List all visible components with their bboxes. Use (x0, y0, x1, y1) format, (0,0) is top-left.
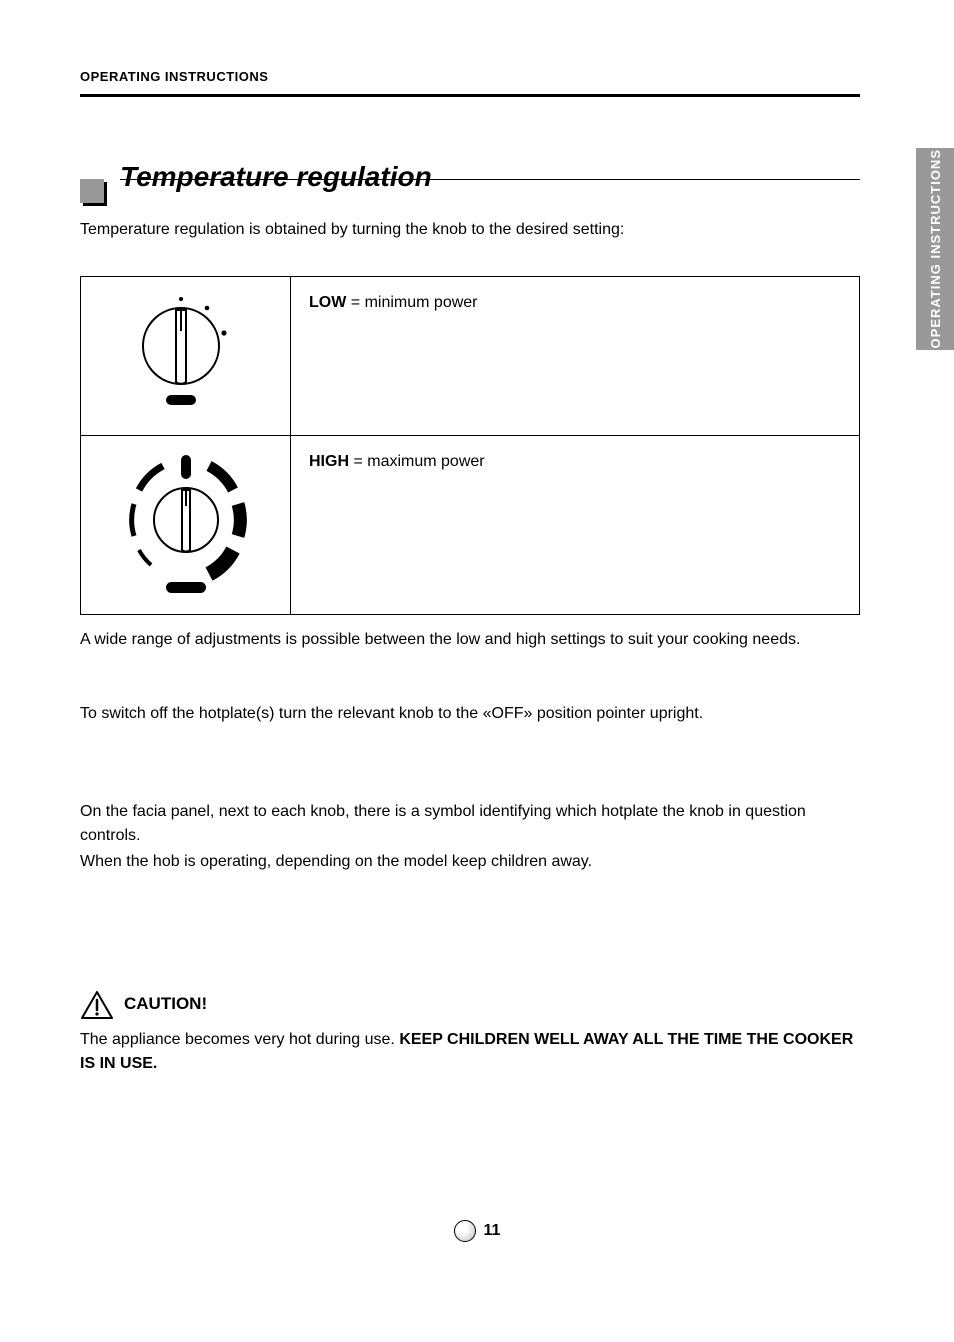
para-symbols-text: On the facia panel, next to each knob, t… (80, 803, 806, 844)
knob-high-label: HIGH (309, 453, 349, 470)
knob-low-desc: = (351, 294, 365, 311)
intro-prefix: Temperature regulation is obtained by tu… (80, 221, 624, 238)
section-title: Temperature regulation (120, 161, 432, 193)
para-switchoff: To switch off the hotplate(s) turn the r… (80, 702, 860, 726)
header-rule (80, 94, 860, 97)
knob-high-illustration (81, 436, 291, 614)
knob-high-desc: = (353, 453, 367, 470)
page-number-bullet-icon (454, 1220, 476, 1242)
section-bullet (80, 179, 104, 203)
knob-icon (111, 450, 261, 600)
warning-icon (80, 990, 114, 1020)
caution-head: CAUTION! (80, 990, 860, 1020)
side-tab: OPERATING INSTRUCTIONS (916, 148, 954, 350)
para-symbols: On the facia panel, next to each knob, t… (80, 800, 860, 848)
knob-low-label: LOW (309, 294, 346, 311)
caution-title: CAUTION! (124, 994, 207, 1014)
page-number: 11 (484, 1222, 501, 1240)
page-number-wrap: 11 (0, 1220, 954, 1242)
header-text: OPERATING INSTRUCTIONS (80, 69, 268, 84)
knob-low-desc-val: minimum power (365, 294, 478, 311)
knob-high-desc-val: maximum power (367, 453, 484, 470)
caution-body: The appliance becomes very hot during us… (80, 1028, 860, 1076)
caution-block: CAUTION! The appliance becomes very hot … (80, 990, 860, 1076)
caution-body-prefix: The appliance becomes very hot during us… (80, 1031, 395, 1048)
table-row: LOW = minimum power (81, 277, 859, 435)
para-children: When the hob is operating, depending on … (80, 850, 860, 874)
settings-table: LOW = minimum power (80, 276, 860, 615)
table-row: HIGH = maximum power (81, 435, 859, 614)
knob-low-text: LOW = minimum power (291, 277, 859, 435)
knob-icon (121, 291, 251, 421)
knob-high-text: HIGH = maximum power (291, 436, 859, 614)
para-adjustments: A wide range of adjustments is possible … (80, 628, 860, 652)
knob-low-illustration (81, 277, 291, 435)
side-tab-label: OPERATING INSTRUCTIONS (928, 149, 943, 348)
intro-text: Temperature regulation is obtained by tu… (80, 218, 860, 242)
